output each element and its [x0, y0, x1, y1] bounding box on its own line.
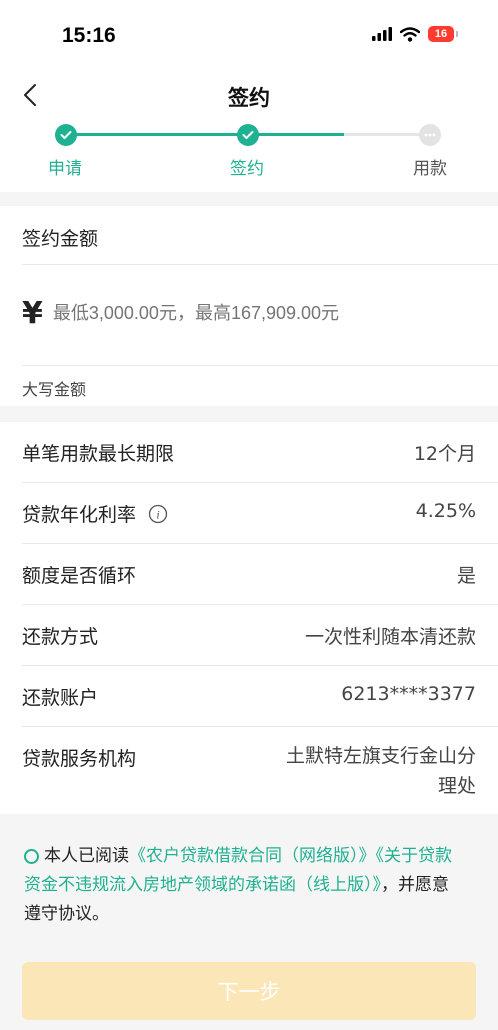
step-line-done [66, 133, 248, 136]
detail-value-institution: 土默特左旗支行金山分 理处 [286, 741, 476, 801]
step-label-apply: 申请 [48, 159, 82, 179]
uppercase-amount-label: 大写金额 [22, 380, 87, 399]
nav-bar: 签约 [0, 70, 498, 124]
step-label-sign: 签约 [230, 159, 264, 179]
detail-value-rate: 4.25% [415, 500, 476, 522]
loan-details-section: 单笔用款最长期限 12个月 贷款年化利率 i 4.25% 额度是否循环 是 还款… [0, 422, 498, 814]
amount-section-label: 签约金额 [22, 228, 99, 250]
agreement-text: 本人已阅读《农户贷款借款合同（网络版）》《关于贷款资金不违规流入房地产领域的承诺… [24, 842, 454, 929]
detail-row-term: 单笔用款最长期限 12个月 [0, 422, 498, 482]
status-icons: 16 [372, 26, 458, 42]
amount-section: 签约金额 ¥ 大写金额 [0, 206, 498, 406]
step-line-pending [344, 133, 430, 136]
step-apply-check-icon [55, 124, 77, 146]
info-icon[interactable]: i [148, 504, 168, 524]
detail-row-institution: 贷款服务机构 土默特左旗支行金山分 理处 [0, 727, 498, 814]
agree-radio[interactable] [24, 849, 39, 864]
status-time: 15:16 [62, 24, 116, 47]
detail-row-account: 还款账户 6213****3377 [0, 666, 498, 726]
detail-row-repayment-method: 还款方式 一次性利随本清还款 [0, 605, 498, 665]
status-bar: 15:16 16 [0, 0, 498, 70]
cellular-signal-icon [372, 27, 392, 41]
step-use-dots-icon [419, 124, 441, 146]
agreement-prefix: 本人已阅读 [44, 846, 129, 866]
detail-value-institution-line2: 理处 [437, 775, 476, 797]
battery-icon: 16 [428, 26, 458, 42]
step-sign-check-icon [237, 124, 259, 146]
amount-input-row: ¥ [22, 296, 435, 331]
detail-value-institution-line1: 土默特左旗支行金山分 [285, 745, 476, 767]
progress-steps: 申请 签约 用款 [0, 124, 498, 192]
detail-label-repayment-method: 还款方式 [22, 626, 99, 648]
amount-input[interactable] [50, 302, 435, 325]
detail-label-institution: 贷款服务机构 [22, 748, 137, 770]
wifi-icon [400, 26, 420, 42]
contract-link[interactable]: 《农户贷款借款合同（网络版）》 [129, 846, 376, 866]
detail-label-rate: 贷款年化利率 [22, 504, 137, 526]
agreement-area: 本人已阅读《农户贷款借款合同（网络版）》《关于贷款资金不违规流入房地产领域的承诺… [0, 822, 498, 1030]
detail-row-rate: 贷款年化利率 i 4.25% [0, 483, 498, 543]
currency-symbol: ¥ [22, 296, 43, 331]
battery-level: 16 [428, 26, 454, 42]
detail-label-rate-wrap: 贷款年化利率 i [22, 500, 168, 527]
step-label-use: 用款 [413, 159, 447, 179]
detail-value-term: 12个月 [413, 443, 476, 465]
detail-value-repayment-method: 一次性利随本清还款 [304, 626, 476, 648]
detail-value-revolving: 是 [456, 565, 476, 587]
detail-row-revolving: 额度是否循环 是 [0, 544, 498, 604]
detail-label-account: 还款账户 [22, 687, 99, 709]
detail-value-account: 6213****3377 [341, 683, 476, 705]
detail-label-revolving: 额度是否循环 [22, 565, 137, 587]
step-line-partial [248, 133, 344, 136]
page-title: 签约 [228, 86, 270, 110]
svg-text:i: i [156, 507, 159, 521]
detail-label-term: 单笔用款最长期限 [22, 443, 175, 465]
next-step-button[interactable]: 下一步 [22, 962, 476, 1020]
